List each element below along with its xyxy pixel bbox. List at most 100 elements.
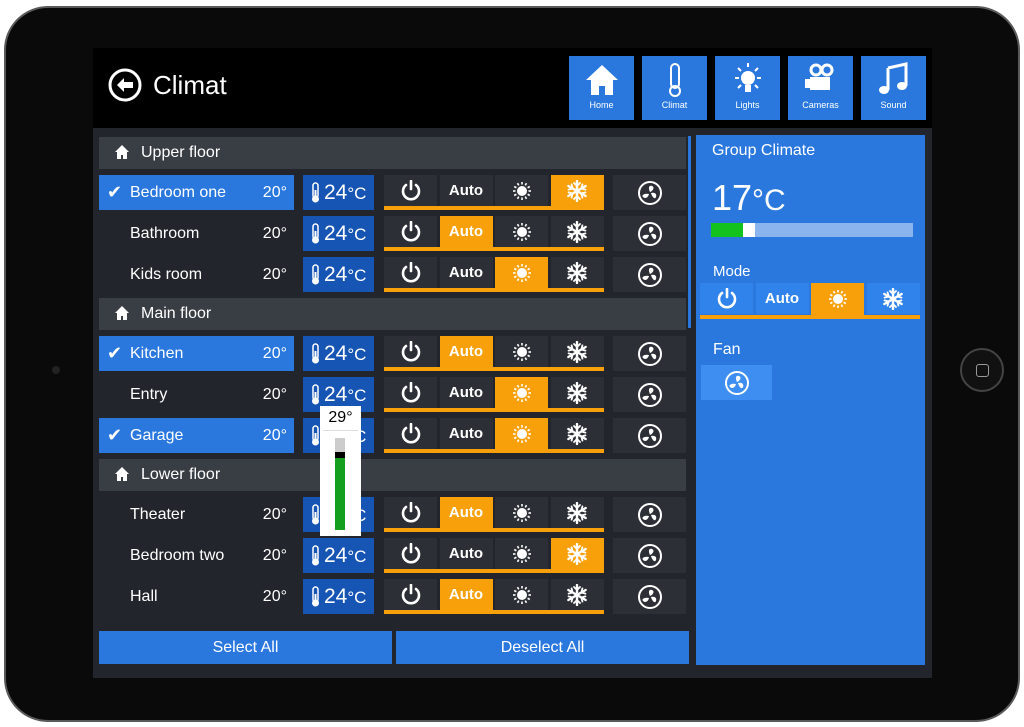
nav-home-button[interactable]: Home (569, 56, 634, 120)
mode-off-button[interactable] (384, 538, 437, 569)
room-name-cell[interactable]: Bathroom 20° (99, 216, 294, 251)
room-name-cell[interactable]: Theater 20° (99, 497, 294, 532)
mode-heat-button[interactable] (495, 216, 548, 247)
room-name: Garage (130, 427, 184, 444)
room-name-cell[interactable]: ✔ Kitchen 20° (99, 336, 294, 371)
fan-button[interactable] (613, 377, 686, 412)
fan-button[interactable] (613, 497, 686, 532)
mode-off-button[interactable] (384, 336, 437, 367)
slider-track[interactable] (335, 438, 345, 530)
fan-button[interactable] (613, 175, 686, 210)
group-temp-slider[interactable] (711, 223, 913, 237)
fan-button[interactable] (613, 216, 686, 251)
room-name-cell[interactable]: ✔ Garage 20° (99, 418, 294, 453)
fan-button[interactable] (613, 257, 686, 292)
setpoint-button[interactable]: 24°C (303, 538, 374, 573)
device-home-button[interactable] (960, 348, 1004, 392)
setpoint-button[interactable]: 24°C (303, 175, 374, 210)
mode-cool-button[interactable] (550, 336, 604, 367)
snowflake-icon (567, 542, 587, 566)
snowflake-icon (567, 422, 587, 446)
fan-icon (724, 371, 749, 395)
room-name-cell[interactable]: Bedroom two 20° (99, 538, 294, 573)
sun-icon (512, 223, 531, 241)
thermometer-icon (312, 586, 319, 607)
group-temp-handle[interactable] (743, 223, 756, 237)
mode-cool-button[interactable] (550, 216, 604, 247)
fan-button[interactable] (613, 418, 686, 453)
mode-off-button[interactable] (700, 283, 753, 314)
mode-heat-button[interactable] (495, 579, 548, 610)
mode-cool-button[interactable] (866, 283, 920, 314)
mode-selector: Auto (384, 216, 604, 251)
sun-icon (828, 290, 847, 308)
nav-sound-button[interactable]: Sound (861, 56, 926, 120)
nav-label: Climat (661, 100, 688, 110)
deselect-all-button[interactable]: Deselect All (396, 631, 689, 664)
mode-auto-button[interactable]: Auto (439, 538, 493, 569)
room-name: Bathroom (130, 225, 200, 242)
power-icon (401, 542, 420, 564)
select-all-button[interactable]: Select All (99, 631, 392, 664)
mode-auto-button[interactable]: Auto (439, 257, 493, 288)
room-name-cell[interactable]: ✔ Bedroom one 20° (99, 175, 294, 210)
group-fan-button[interactable] (701, 365, 772, 400)
mode-heat-button[interactable] (495, 538, 548, 569)
mode-cool-button[interactable] (550, 418, 604, 449)
mode-cool-button[interactable] (550, 257, 604, 288)
setpoint-slider-popup[interactable]: 29° (320, 406, 361, 536)
mode-auto-button[interactable]: Auto (439, 175, 493, 206)
power-icon (401, 261, 420, 283)
mode-auto-button[interactable]: Auto (439, 418, 493, 449)
mode-heat-button[interactable] (495, 377, 548, 412)
group-climate-panel: Group Climate 17°C Mode Auto Fan (696, 135, 925, 665)
mode-heat-button[interactable] (495, 175, 548, 206)
camera-icon (804, 63, 833, 90)
setpoint-button[interactable]: 24°C (303, 257, 374, 292)
nav-lights-button[interactable]: Lights (715, 56, 780, 120)
mode-cool-button[interactable] (550, 175, 604, 210)
mode-auto-button[interactable]: Auto (439, 336, 493, 371)
mode-cool-button[interactable] (550, 579, 604, 610)
nav-climat-button[interactable]: Climat (642, 56, 707, 120)
mode-heat-button[interactable] (495, 418, 548, 453)
room-name-cell[interactable]: Kids room 20° (99, 257, 294, 292)
mode-off-button[interactable] (384, 175, 437, 206)
fan-button[interactable] (613, 336, 686, 371)
nav-cameras-button[interactable]: Cameras (788, 56, 853, 120)
mode-off-button[interactable] (384, 377, 437, 408)
mode-off-button[interactable] (384, 497, 437, 528)
mode-auto-button[interactable]: Auto (439, 497, 493, 532)
mode-cool-button[interactable] (550, 497, 604, 528)
group-label: Main floor (141, 305, 212, 322)
mode-cool-button[interactable] (550, 538, 604, 573)
mode-off-button[interactable] (384, 216, 437, 247)
mode-heat-button[interactable] (811, 283, 864, 318)
mode-auto-button[interactable]: Auto (439, 377, 493, 408)
checkmark-icon: ✔ (107, 343, 123, 363)
screen: Climat Home Climat Lights Cameras Sound Uppe… (93, 48, 932, 678)
current-temp: 20° (262, 506, 287, 523)
mode-heat-button[interactable] (495, 336, 548, 367)
mode-off-button[interactable] (384, 418, 437, 449)
mode-cool-button[interactable] (550, 377, 604, 408)
setpoint-unit: °C (347, 386, 367, 405)
scrollbar[interactable] (688, 136, 691, 328)
back-arrow-icon[interactable] (108, 68, 142, 102)
setpoint-button[interactable]: 24°C (303, 579, 374, 614)
fan-button[interactable] (613, 579, 686, 614)
fan-button[interactable] (613, 538, 686, 573)
mode-off-button[interactable] (384, 257, 437, 288)
setpoint-button[interactable]: 24°C (303, 336, 374, 371)
mode-heat-button[interactable] (495, 257, 548, 292)
mode-auto-button[interactable]: Auto (439, 579, 493, 614)
room-name-cell[interactable]: Entry 20° (99, 377, 294, 412)
mode-auto-button[interactable]: Auto (755, 283, 809, 314)
setpoint-value: 24 (324, 383, 348, 406)
setpoint-button[interactable]: 24°C (303, 216, 374, 251)
room-name-cell[interactable]: Hall 20° (99, 579, 294, 614)
thermometer-icon (312, 182, 319, 203)
mode-heat-button[interactable] (495, 497, 548, 528)
mode-off-button[interactable] (384, 579, 437, 610)
mode-auto-button[interactable]: Auto (439, 216, 493, 251)
